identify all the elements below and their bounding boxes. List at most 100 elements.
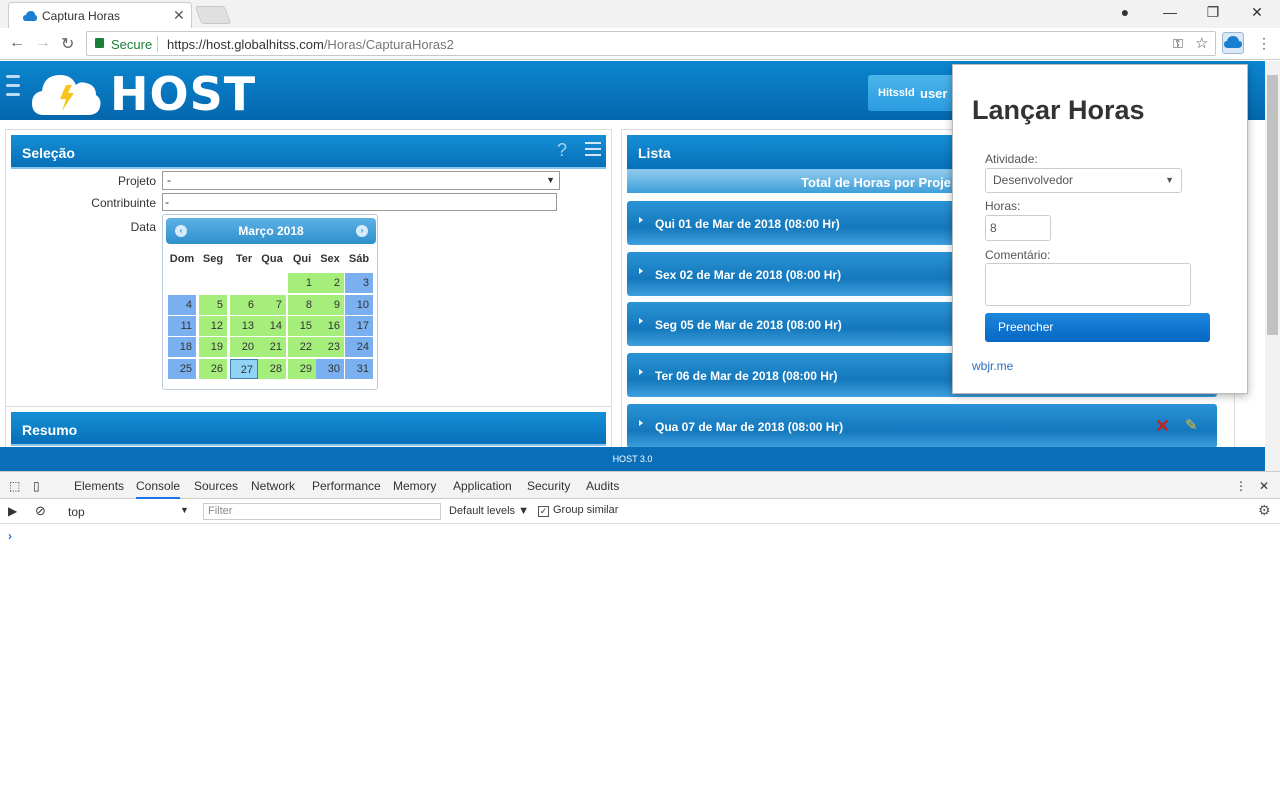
expand-arrow-icon <box>639 420 643 426</box>
calendar-day[interactable]: 29 <box>288 359 316 379</box>
page-scrollbar[interactable] <box>1265 61 1280 471</box>
projeto-select[interactable]: - ▼ <box>162 171 560 190</box>
calendar-day[interactable]: 4 <box>168 295 196 315</box>
group-similar-checkbox[interactable]: ✓ Group similar <box>538 504 618 517</box>
calendar-day[interactable]: 25 <box>168 359 196 379</box>
contribuinte-field[interactable]: - <box>162 193 557 211</box>
calendar-day[interactable]: 15 <box>288 316 316 336</box>
tab-sources[interactable]: Sources <box>194 479 238 493</box>
calendar-day[interactable]: 3 <box>345 273 373 293</box>
help-icon[interactable]: ? <box>557 140 567 161</box>
data-label: Data <box>130 220 156 234</box>
url-text[interactable]: https://host.globalhitss.com/Horas/Captu… <box>167 37 454 52</box>
calendar-day[interactable]: 6 <box>230 295 258 315</box>
calendar-day[interactable]: 5 <box>199 295 227 315</box>
device-toolbar-icon[interactable]: ▯ <box>33 479 40 493</box>
calendar-day[interactable]: 10 <box>345 295 373 315</box>
list-item-label: Sex 02 de Mar de 2018 (08:00 Hr) <box>655 268 842 282</box>
prev-month-icon[interactable]: ‹ <box>175 225 187 237</box>
calendar-day[interactable]: 28 <box>258 359 286 379</box>
tab-application[interactable]: Application <box>453 479 512 493</box>
minimize-icon[interactable]: — <box>1155 4 1185 20</box>
preencher-button[interactable]: Preencher <box>985 313 1210 342</box>
restore-icon[interactable]: ❐ <box>1198 4 1228 21</box>
back-arrow-icon[interactable]: ← <box>9 34 25 52</box>
panel-menu-icon[interactable] <box>585 142 601 160</box>
tab-network[interactable]: Network <box>251 479 295 493</box>
expand-arrow-icon <box>639 369 643 375</box>
context-select[interactable]: top <box>68 505 85 519</box>
edit-pencil-icon[interactable]: ✎ <box>1185 416 1198 434</box>
new-tab-button[interactable] <box>194 6 232 24</box>
devtools-menu-icon[interactable]: ⋮ <box>1235 479 1247 493</box>
reload-icon[interactable]: ↻ <box>61 34 74 54</box>
comentario-textarea[interactable] <box>985 263 1191 306</box>
horas-input[interactable]: 8 <box>985 215 1051 241</box>
hamburger-menu-icon[interactable] <box>6 75 20 107</box>
chrome-menu-icon[interactable]: ⋮ <box>1257 35 1271 52</box>
tab-performance[interactable]: Performance <box>312 479 381 493</box>
chevron-down-icon: ▼ <box>1165 175 1174 185</box>
calendar-day[interactable]: 27 <box>230 359 258 379</box>
forward-arrow-icon[interactable]: → <box>35 34 51 52</box>
close-devtools-icon[interactable]: ✕ <box>1259 479 1269 493</box>
calendar-day[interactable]: 31 <box>345 359 373 379</box>
calendar-day[interactable]: 14 <box>258 316 286 336</box>
calendar-day[interactable]: 13 <box>230 316 258 336</box>
calendar-day[interactable]: 18 <box>168 337 196 357</box>
calendar-day[interactable]: 22 <box>288 337 316 357</box>
console-filter-input[interactable]: Filter <box>203 503 441 520</box>
delete-icon[interactable]: ✕ <box>1155 416 1170 437</box>
close-tab-icon[interactable]: ✕ <box>173 7 185 24</box>
tab-security[interactable]: Security <box>527 479 570 493</box>
calendar-day[interactable]: 24 <box>345 337 373 357</box>
calendar-day[interactable]: 8 <box>288 295 316 315</box>
list-item-label: Ter 06 de Mar de 2018 (08:00 Hr) <box>655 369 838 383</box>
console-prompt[interactable]: › <box>8 529 12 543</box>
log-levels-select[interactable]: Default levels ▼ <box>449 505 529 517</box>
user-box[interactable]: Hitssld user <box>868 75 958 111</box>
calendar-day[interactable]: 20 <box>230 337 258 357</box>
calendar-day[interactable]: 1 <box>288 273 316 293</box>
calendar-day[interactable]: 16 <box>316 316 344 336</box>
calendar-day[interactable]: 30 <box>316 359 344 379</box>
atividade-select[interactable]: Desenvolvedor ▼ <box>985 168 1182 193</box>
tab-console[interactable]: Console <box>136 479 181 499</box>
bookmark-star-icon[interactable]: ☆ <box>1195 34 1208 52</box>
calendar-day[interactable]: 21 <box>258 337 286 357</box>
selecao-title: Seleção <box>22 145 75 161</box>
calendar-day[interactable]: 26 <box>199 359 227 379</box>
resumo-panel: Resumo <box>5 406 612 447</box>
calendar-day[interactable]: 2 <box>316 273 344 293</box>
scrollbar-thumb[interactable] <box>1267 75 1278 335</box>
contribuinte-label: Contribuinte <box>91 196 156 210</box>
profile-icon[interactable]: ● <box>1110 4 1140 20</box>
inspect-element-icon[interactable]: ⬚ <box>9 479 20 493</box>
calendar-day[interactable]: 11 <box>168 316 196 336</box>
calendar-day[interactable]: 17 <box>345 316 373 336</box>
extension-cloud-icon[interactable] <box>1222 32 1244 54</box>
expand-arrow-icon <box>639 268 643 274</box>
browser-tab[interactable]: Captura Horas ✕ <box>8 2 192 28</box>
tab-memory[interactable]: Memory <box>393 479 436 493</box>
key-icon[interactable]: ⚿ <box>1173 36 1183 52</box>
calendar-day[interactable]: 7 <box>258 295 286 315</box>
weekday-header: Sáb <box>348 253 370 265</box>
sidebar-toggle-icon[interactable]: ▶ <box>8 504 17 518</box>
wbjr-link[interactable]: wbjr.me <box>972 359 1013 373</box>
next-month-icon[interactable]: › <box>356 225 368 237</box>
tab-audits[interactable]: Audits <box>586 479 619 493</box>
resumo-header: Resumo <box>11 412 606 446</box>
calendar-day[interactable]: 23 <box>316 337 344 357</box>
settings-gear-icon[interactable]: ⚙ <box>1258 502 1271 519</box>
list-item-label: Qui 01 de Mar de 2018 (08:00 Hr) <box>655 217 840 231</box>
address-bar[interactable]: Secure https://host.globalhitss.com/Hora… <box>86 31 1216 56</box>
clear-console-icon[interactable]: ⊘ <box>35 503 46 519</box>
calendar-day[interactable]: 19 <box>199 337 227 357</box>
tab-elements[interactable]: Elements <box>74 479 124 493</box>
calendar-day[interactable]: 9 <box>316 295 344 315</box>
atividade-label: Atividade: <box>985 152 1038 166</box>
calendar-day[interactable]: 12 <box>199 316 227 336</box>
close-window-icon[interactable]: ✕ <box>1242 4 1272 21</box>
list-item[interactable]: Qua 07 de Mar de 2018 (08:00 Hr) ✕ ✎ <box>627 404 1217 447</box>
